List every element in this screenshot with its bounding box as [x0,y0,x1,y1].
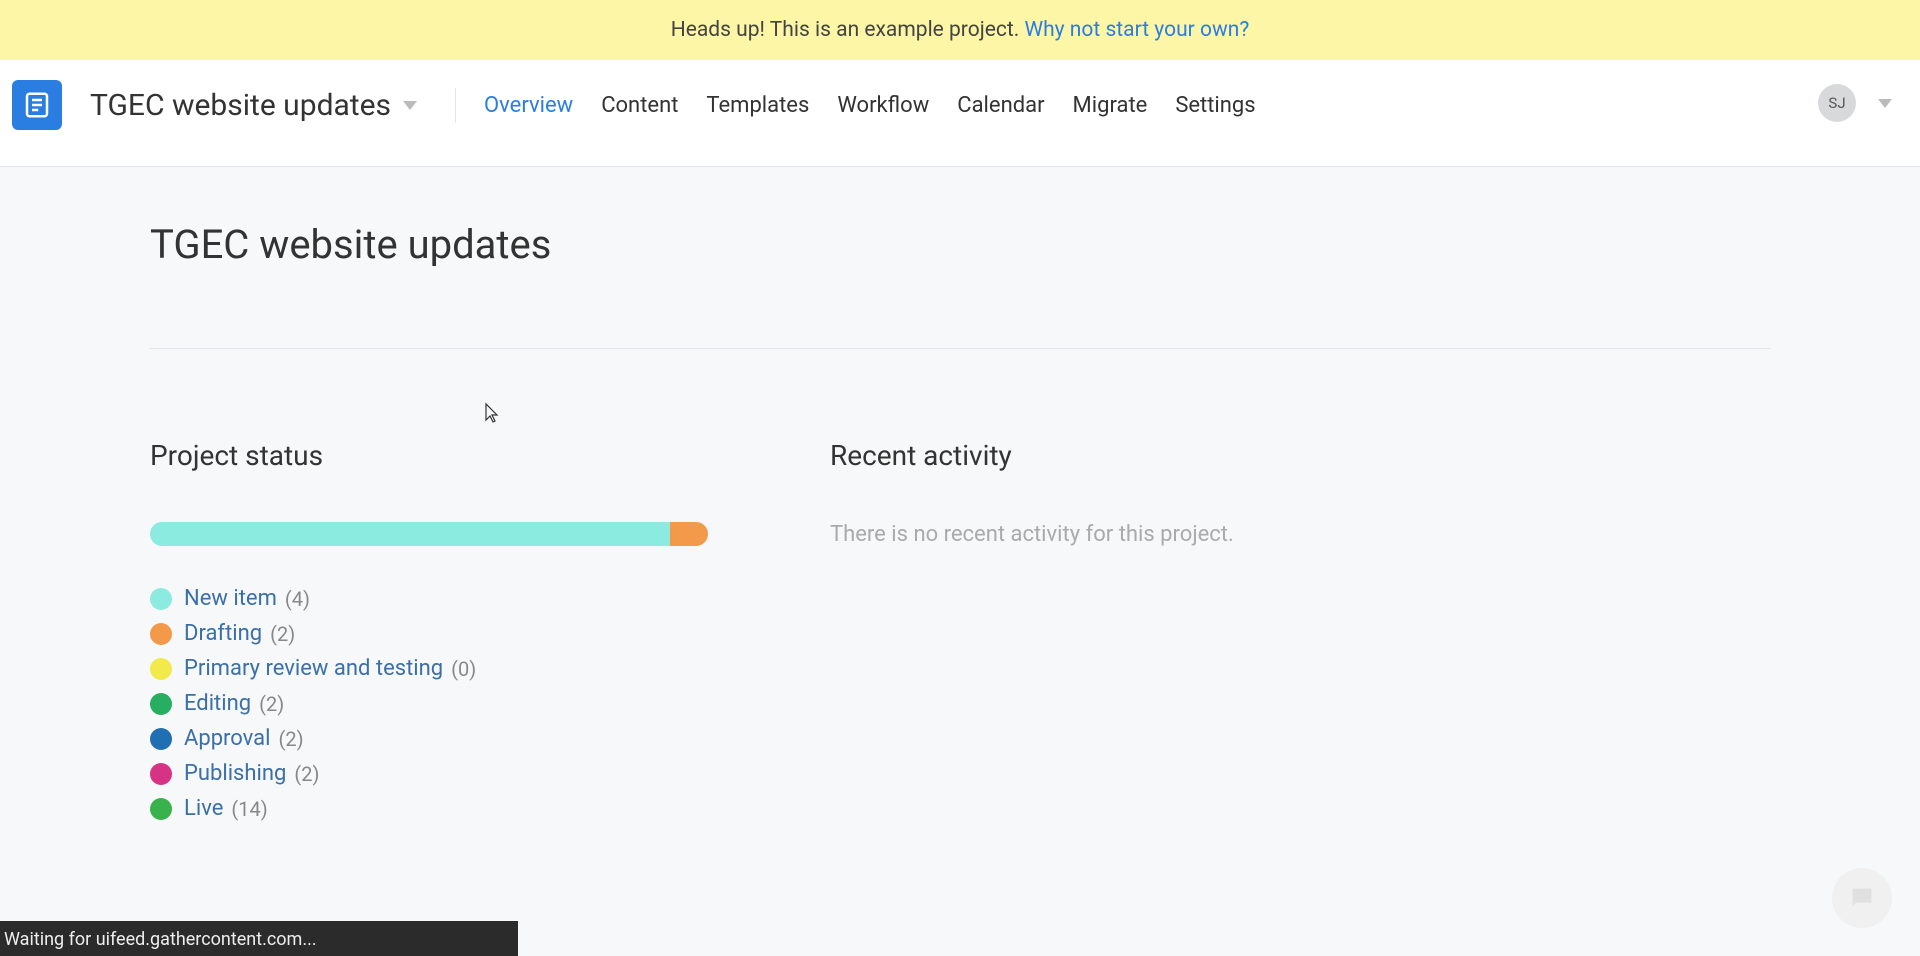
status-item[interactable]: Editing (2) [150,691,710,716]
avatar: SJ [1818,84,1856,122]
status-item[interactable]: Live (14) [150,796,710,821]
status-label: Live [184,796,223,821]
example-banner: Heads up! This is an example project. Wh… [0,0,1920,60]
status-label: New item [184,586,277,611]
status-count: (2) [259,692,284,716]
progress-segment [150,522,670,546]
status-count: (2) [270,622,295,646]
section-title-project-status: Project status [150,439,710,472]
header: TGEC website updates Overview Content Temp… [0,60,1920,167]
main-content: TGEC website updates Project status New … [0,167,1920,831]
status-count: (2) [279,727,304,751]
status-label: Drafting [184,621,262,646]
status-bar: Waiting for uifeed.gathercontent.com... [0,921,518,956]
nav-workflow[interactable]: Workflow [837,93,929,118]
recent-activity-empty: There is no recent activity for this pro… [830,522,1770,547]
status-item[interactable]: Approval (2) [150,726,710,751]
status-dot-icon [150,693,172,715]
status-dot-icon [150,588,172,610]
progress-segment [670,522,708,546]
project-switcher[interactable]: TGEC website updates [90,88,456,123]
status-item[interactable]: New item (4) [150,586,710,611]
status-item[interactable]: Drafting (2) [150,621,710,646]
nav-templates[interactable]: Templates [706,93,809,118]
nav-settings[interactable]: Settings [1175,93,1255,118]
avatar-initials: SJ [1828,94,1845,112]
chevron-down-icon [1878,99,1892,108]
project-name: TGEC website updates [90,88,391,123]
status-label: Publishing [184,761,286,786]
status-item[interactable]: Publishing (2) [150,761,710,786]
app-logo[interactable] [12,80,62,130]
user-menu[interactable]: SJ [1818,84,1892,122]
status-count: (14) [231,797,267,821]
recent-activity-section: Recent activity There is no recent activ… [830,439,1770,831]
chat-icon [1848,884,1876,912]
banner-link[interactable]: Why not start your own? [1024,18,1249,42]
page-title: TGEC website updates [150,221,1770,268]
status-dot-icon [150,658,172,680]
document-icon [22,90,52,120]
status-item[interactable]: Primary review and testing (0) [150,656,710,681]
nav-overview[interactable]: Overview [484,93,573,118]
nav-calendar[interactable]: Calendar [957,93,1044,118]
main-nav: Overview Content Templates Workflow Calendar… [484,93,1256,118]
status-label: Primary review and testing [184,656,443,681]
status-count: (2) [294,762,319,786]
status-progress-bar[interactable] [150,522,708,546]
status-list: New item (4) Drafting (2) Primary review and… [150,586,710,821]
status-dot-icon [150,763,172,785]
status-dot-icon [150,623,172,645]
project-status-section: Project status New item (4) Drafting (2) Pri… [150,439,710,831]
nav-content[interactable]: Content [601,93,678,118]
help-chat-button[interactable] [1832,868,1892,928]
divider [150,348,1770,349]
status-label: Editing [184,691,251,716]
status-dot-icon [150,798,172,820]
chevron-down-icon [403,101,417,110]
status-dot-icon [150,728,172,750]
status-count: (0) [451,657,476,681]
loading-text: Waiting for uifeed.gathercontent.com... [4,929,317,950]
status-label: Approval [184,726,271,751]
section-title-recent-activity: Recent activity [830,439,1770,472]
nav-migrate[interactable]: Migrate [1073,93,1148,118]
status-count: (4) [285,587,310,611]
banner-text: Heads up! This is an example project. [671,18,1025,42]
